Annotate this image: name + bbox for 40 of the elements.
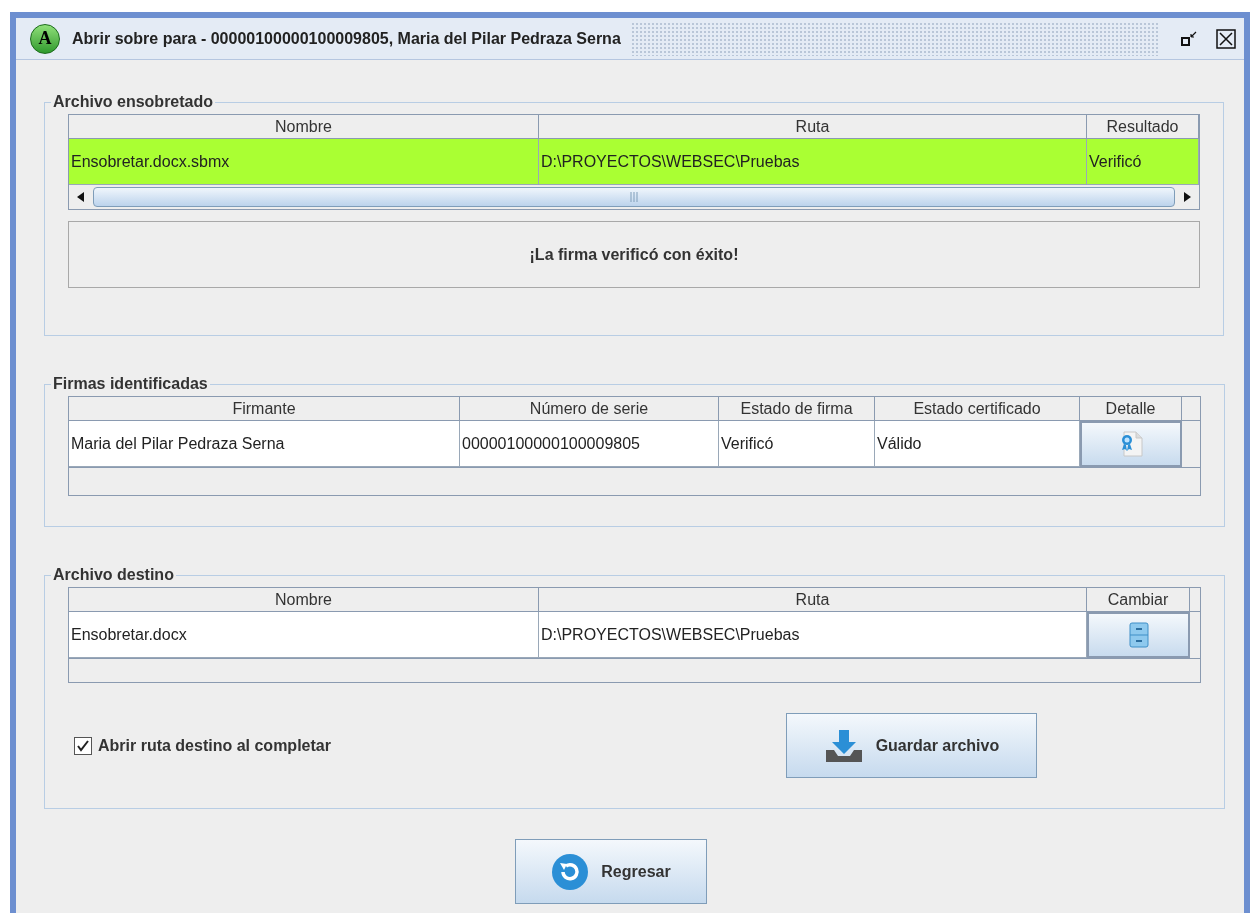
app-logo: A — [30, 23, 60, 54]
column-header[interactable]: Nombre — [69, 115, 539, 139]
status-message: ¡La firma verificó con éxito! — [68, 221, 1200, 288]
table-action-button[interactable] — [1080, 421, 1182, 467]
column-header[interactable]: Estado certificado — [875, 397, 1080, 421]
table-cell: D:\PROYECTOS\WEBSEC\Pruebas — [539, 612, 1087, 658]
column-header[interactable]: Firmante — [69, 397, 460, 421]
back-button[interactable]: Regresar — [515, 839, 707, 904]
section-title: Firmas identificadas — [52, 374, 209, 394]
table-cell: Ensobretar.docx — [69, 612, 539, 658]
table-cell: D:\PROYECTOS\WEBSEC\Pruebas — [539, 139, 1087, 185]
table-cell: Válido — [875, 421, 1080, 467]
scroll-grip-icon — [629, 192, 639, 202]
cabinet-icon — [1127, 622, 1150, 648]
download-tray-icon — [823, 727, 864, 764]
horizontal-scrollbar[interactable] — [68, 185, 1200, 210]
undo-icon — [551, 852, 590, 891]
table-action-button[interactable] — [1087, 612, 1190, 658]
column-header[interactable]: Ruta — [539, 588, 1087, 612]
check-icon — [76, 738, 90, 753]
section-title: Archivo destino — [52, 565, 175, 585]
table-cell: Maria del Pilar Pedraza Serna — [69, 421, 460, 467]
column-header[interactable]: Cambiar — [1087, 588, 1190, 612]
checkbox-label: Abrir ruta destino al completar — [98, 735, 331, 756]
window-title: Abrir sobre para - 00000100000100009805, Maria del Pilar Pedraza Serna — [72, 28, 621, 49]
column-header[interactable]: Detalle — [1080, 397, 1182, 421]
table-cell: Verificó — [719, 421, 875, 467]
column-header[interactable]: Resultado — [1087, 115, 1199, 139]
table-cell: 00000100000100009805 — [460, 421, 719, 467]
table-cell: Verificó — [1087, 139, 1199, 185]
close-icon[interactable] — [1216, 28, 1236, 49]
restore-icon[interactable] — [1180, 29, 1198, 48]
save-button[interactable]: Guardar archivo — [785, 713, 1037, 778]
table-cell: Ensobretar.docx.sbmx — [69, 139, 539, 185]
section-title: Archivo ensobretado — [52, 92, 215, 112]
column-header[interactable]: Ruta — [539, 115, 1087, 139]
column-header[interactable]: Número de serie — [460, 397, 719, 421]
checkbox[interactable] — [74, 736, 92, 755]
column-header[interactable]: Nombre — [69, 588, 539, 612]
column-header[interactable]: Estado de firma — [719, 397, 875, 421]
